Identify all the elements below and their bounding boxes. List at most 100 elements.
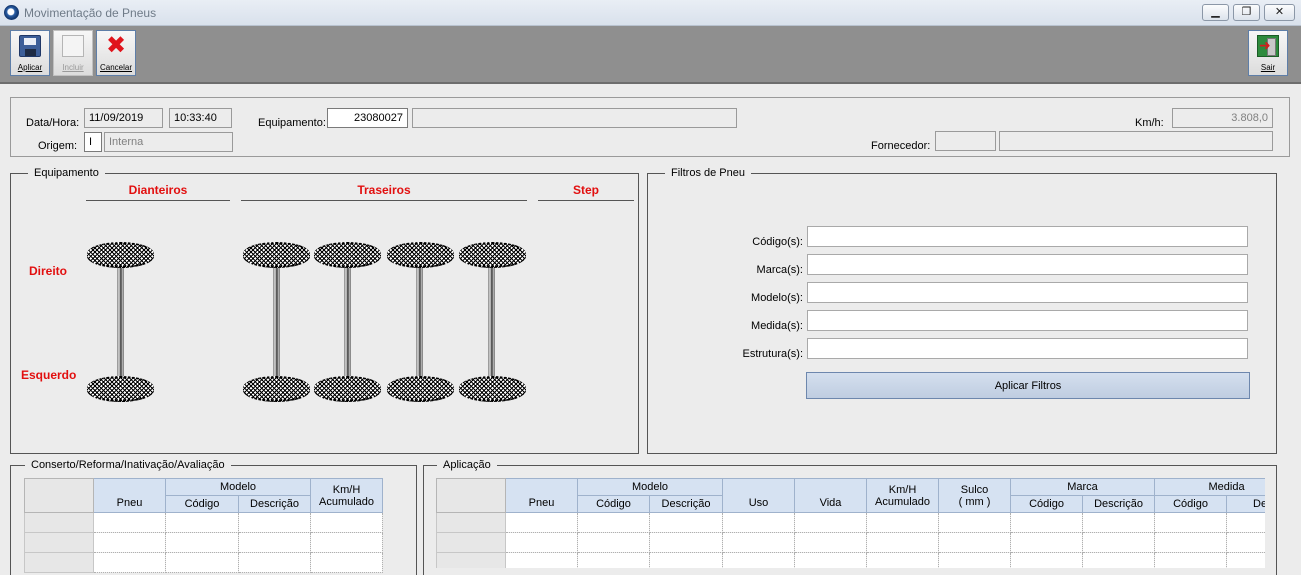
cancelar-button[interactable]: ✖ Cancelar: [96, 30, 136, 76]
equipamento-code-field[interactable]: 23080027: [327, 108, 408, 128]
time-field[interactable]: 10:33:40: [169, 108, 232, 128]
table-row[interactable]: [24, 532, 406, 553]
cell[interactable]: [648, 512, 724, 533]
col-medida-descricao[interactable]: Desc: [1226, 495, 1265, 513]
tire-front-right[interactable]: [87, 242, 154, 268]
cell-codigo[interactable]: [165, 532, 239, 553]
aplicacao-grid-viewport[interactable]: Pneu Modelo Uso Vida Km/H Acumulado Sulc…: [436, 478, 1265, 568]
modelos-input[interactable]: [807, 282, 1248, 303]
cell[interactable]: [866, 532, 940, 553]
cell[interactable]: [722, 512, 796, 533]
minimize-button[interactable]: ▁: [1202, 4, 1229, 21]
table-row[interactable]: [436, 532, 1265, 553]
cell[interactable]: [866, 552, 940, 568]
cell[interactable]: [938, 552, 1012, 568]
cell-descricao[interactable]: [237, 552, 312, 573]
tire-rear3-right[interactable]: [387, 242, 454, 268]
origem-code-field[interactable]: I: [84, 132, 102, 152]
cell[interactable]: [722, 552, 796, 568]
cell[interactable]: [1010, 552, 1084, 568]
cell-acumulado[interactable]: [310, 512, 384, 533]
table-row[interactable]: [436, 512, 1265, 533]
cell[interactable]: [794, 552, 868, 568]
col-group-medida[interactable]: Medida: [1154, 478, 1265, 496]
cell[interactable]: [505, 532, 578, 553]
cell-pneu[interactable]: [93, 532, 166, 553]
tire-rear2-right[interactable]: [314, 242, 381, 268]
cell[interactable]: [794, 512, 868, 533]
col-vida[interactable]: Vida: [794, 478, 868, 513]
col-marca-descricao[interactable]: Descrição: [1082, 495, 1156, 513]
incluir-button[interactable]: Incluir: [53, 30, 93, 76]
cell-codigo[interactable]: [165, 552, 239, 573]
conserto-grid[interactable]: Pneu Modelo Km/H Acumulado Código Descri…: [24, 478, 406, 573]
cell[interactable]: [1010, 532, 1084, 553]
cell[interactable]: [1010, 512, 1084, 533]
cell[interactable]: [794, 532, 868, 553]
cell[interactable]: [1154, 552, 1228, 568]
row-header[interactable]: [24, 512, 94, 533]
cell[interactable]: [1082, 552, 1156, 568]
medidas-input[interactable]: [807, 310, 1248, 331]
sair-button[interactable]: Sair: [1248, 30, 1288, 76]
cell[interactable]: [577, 512, 650, 533]
row-header[interactable]: [24, 532, 94, 553]
aplicacao-grid[interactable]: Pneu Modelo Uso Vida Km/H Acumulado Sulc…: [436, 478, 1265, 568]
col-group-marca[interactable]: Marca: [1010, 478, 1156, 496]
table-row[interactable]: [24, 552, 406, 573]
col-sulco[interactable]: Sulco ( mm ): [938, 478, 1012, 513]
col-group-modelo[interactable]: Modelo: [164, 478, 312, 496]
col-pneu[interactable]: Pneu: [93, 478, 166, 513]
marcas-input[interactable]: [807, 254, 1248, 275]
fornecedor-code-field[interactable]: [935, 131, 996, 151]
col-modelo-codigo[interactable]: Código: [577, 495, 650, 513]
cell[interactable]: [1226, 552, 1265, 568]
close-button[interactable]: ✕: [1264, 4, 1295, 21]
tire-rear2-left[interactable]: [314, 376, 381, 402]
cell[interactable]: [1154, 532, 1228, 553]
col-modelo-descricao[interactable]: Descrição: [648, 495, 724, 513]
cell[interactable]: [505, 512, 578, 533]
cell-descricao[interactable]: [237, 512, 312, 533]
row-header[interactable]: [436, 552, 506, 568]
tire-rear1-left[interactable]: [243, 376, 310, 402]
cell[interactable]: [648, 552, 724, 568]
col-uso[interactable]: Uso: [722, 478, 796, 513]
cell[interactable]: [1226, 532, 1265, 553]
row-header[interactable]: [24, 552, 94, 573]
col-pneu[interactable]: Pneu: [505, 478, 578, 513]
row-header[interactable]: [436, 532, 506, 553]
cell-pneu[interactable]: [93, 552, 166, 573]
cell-descricao[interactable]: [237, 532, 312, 553]
cell[interactable]: [1154, 512, 1228, 533]
tire-front-left[interactable]: [87, 376, 154, 402]
aplicar-button[interactable]: Aplicar: [10, 30, 50, 76]
row-header[interactable]: [436, 512, 506, 533]
apply-filters-button[interactable]: Aplicar Filtros: [806, 372, 1250, 399]
col-group-modelo[interactable]: Modelo: [576, 478, 724, 496]
tire-rear1-right[interactable]: [243, 242, 310, 268]
cell-pneu[interactable]: [93, 512, 166, 533]
cell[interactable]: [1082, 532, 1156, 553]
table-row[interactable]: [24, 512, 406, 533]
codigos-input[interactable]: [807, 226, 1248, 247]
cell[interactable]: [1082, 512, 1156, 533]
table-row[interactable]: [436, 552, 1265, 568]
maximize-button[interactable]: ❐: [1233, 4, 1260, 21]
cell-acumulado[interactable]: [310, 532, 384, 553]
cell[interactable]: [648, 532, 724, 553]
col-modelo-descricao[interactable]: Descrição: [237, 495, 312, 513]
cell[interactable]: [866, 512, 940, 533]
tire-rear4-left[interactable]: [459, 376, 526, 402]
cell-acumulado[interactable]: [310, 552, 384, 573]
cell-codigo[interactable]: [165, 512, 239, 533]
col-km-acumulado[interactable]: Km/H Acumulado: [866, 478, 940, 513]
cell[interactable]: [1226, 512, 1265, 533]
cell[interactable]: [577, 552, 650, 568]
cell[interactable]: [722, 532, 796, 553]
col-medida-codigo[interactable]: Código: [1154, 495, 1228, 513]
cell[interactable]: [938, 512, 1012, 533]
cell[interactable]: [577, 532, 650, 553]
tire-rear4-right[interactable]: [459, 242, 526, 268]
col-modelo-codigo[interactable]: Código: [165, 495, 239, 513]
